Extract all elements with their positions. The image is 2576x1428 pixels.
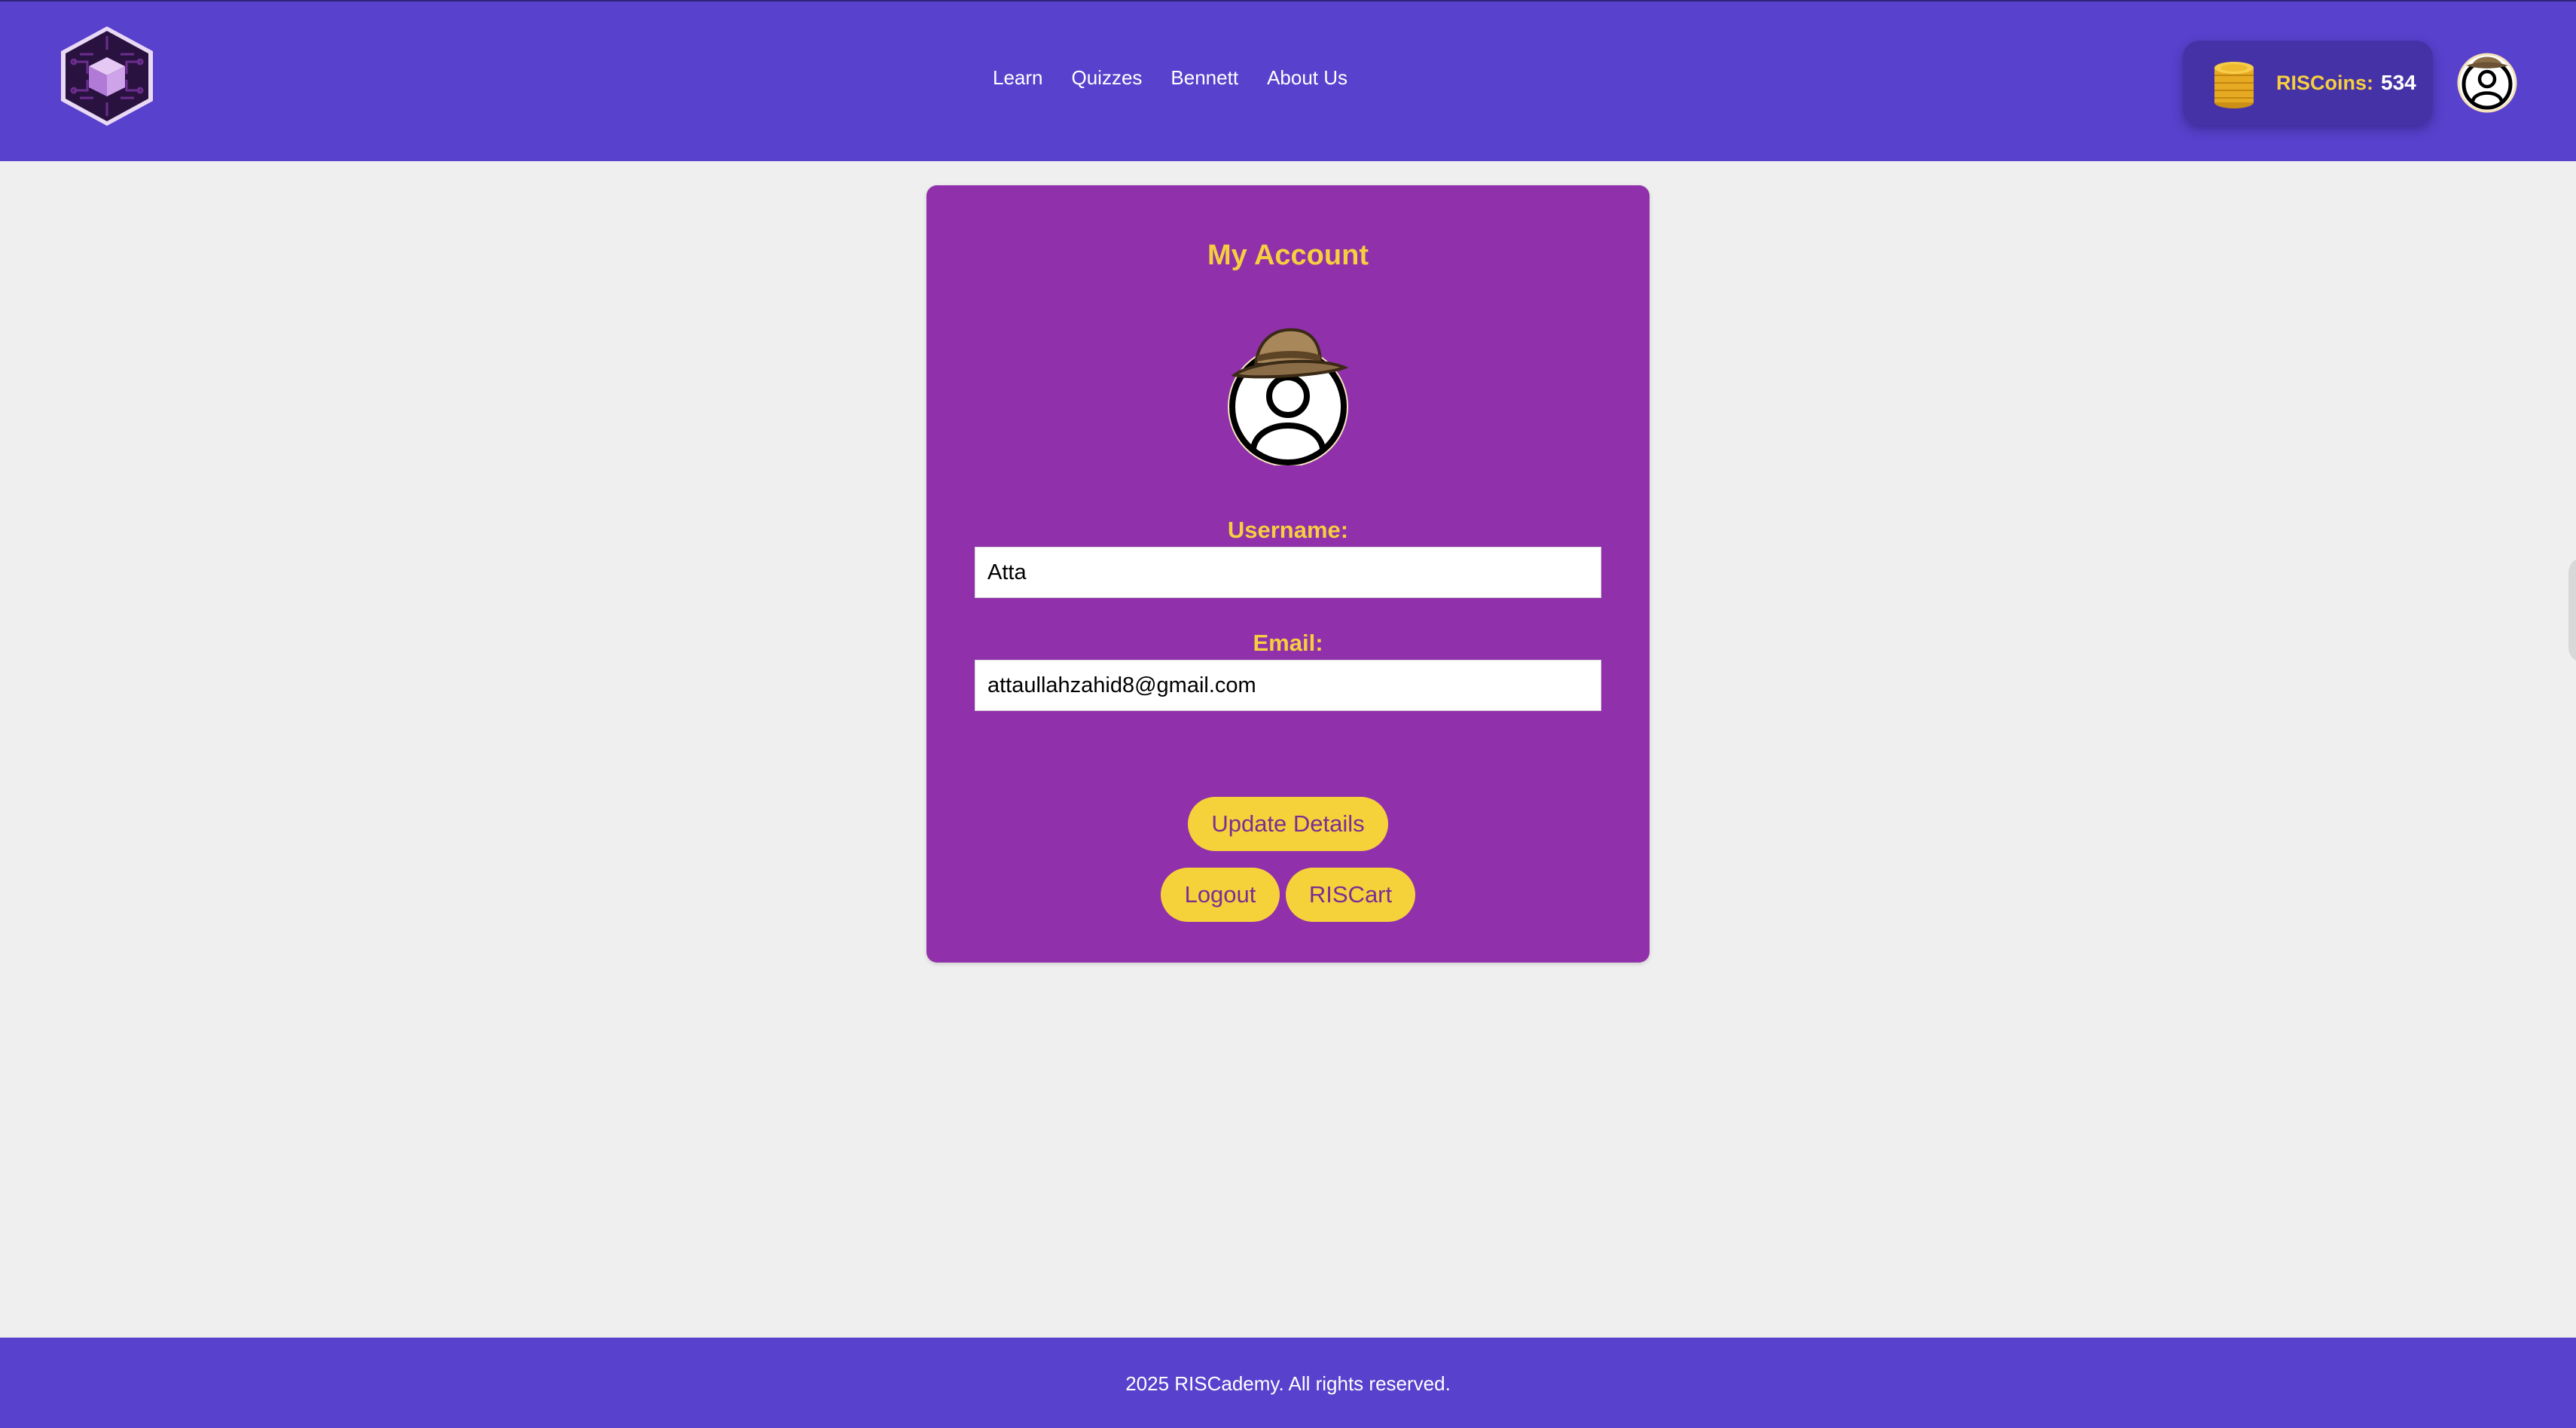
email-label: Email: — [1253, 630, 1323, 656]
nav-link-quizzes[interactable]: Quizzes — [1072, 66, 1143, 90]
username-input[interactable] — [975, 547, 1601, 598]
nav-link-bennett[interactable]: Bennett — [1170, 66, 1238, 90]
email-input[interactable] — [975, 660, 1601, 711]
coin-stack-icon — [2214, 62, 2254, 108]
riscoins-balance[interactable]: RISCoins: 534 — [2183, 41, 2433, 125]
user-avatar-icon — [1228, 328, 1349, 465]
riscart-button[interactable]: RISCart — [1286, 868, 1415, 922]
nav-link-learn[interactable]: Learn — [993, 66, 1043, 90]
footer: 2025 RISCademy. All rights reserved. — [0, 1338, 2576, 1428]
main-nav: Learn Quizzes Bennett About Us — [993, 66, 1376, 90]
username-label: Username: — [1227, 517, 1349, 543]
top-navbar: Learn Quizzes Bennett About Us RISCoins:… — [0, 0, 2576, 161]
side-edge-tab[interactable] — [2568, 557, 2576, 663]
update-details-button[interactable]: Update Details — [1188, 797, 1388, 851]
page-title: My Account — [1207, 240, 1369, 271]
account-card: My Account Username: Email: Update Detai… — [926, 185, 1650, 963]
nav-link-about-us[interactable]: About Us — [1267, 66, 1348, 90]
copyright-text: 2025 RISCademy. All rights reserved. — [1125, 1372, 1451, 1395]
hexagon-cube-logo-icon[interactable] — [57, 24, 157, 128]
logout-button[interactable]: Logout — [1161, 868, 1280, 922]
riscoins-value: 534 — [2381, 71, 2416, 94]
user-avatar-icon[interactable] — [2457, 53, 2517, 113]
riscoins-label: RISCoins: — [2276, 71, 2374, 94]
